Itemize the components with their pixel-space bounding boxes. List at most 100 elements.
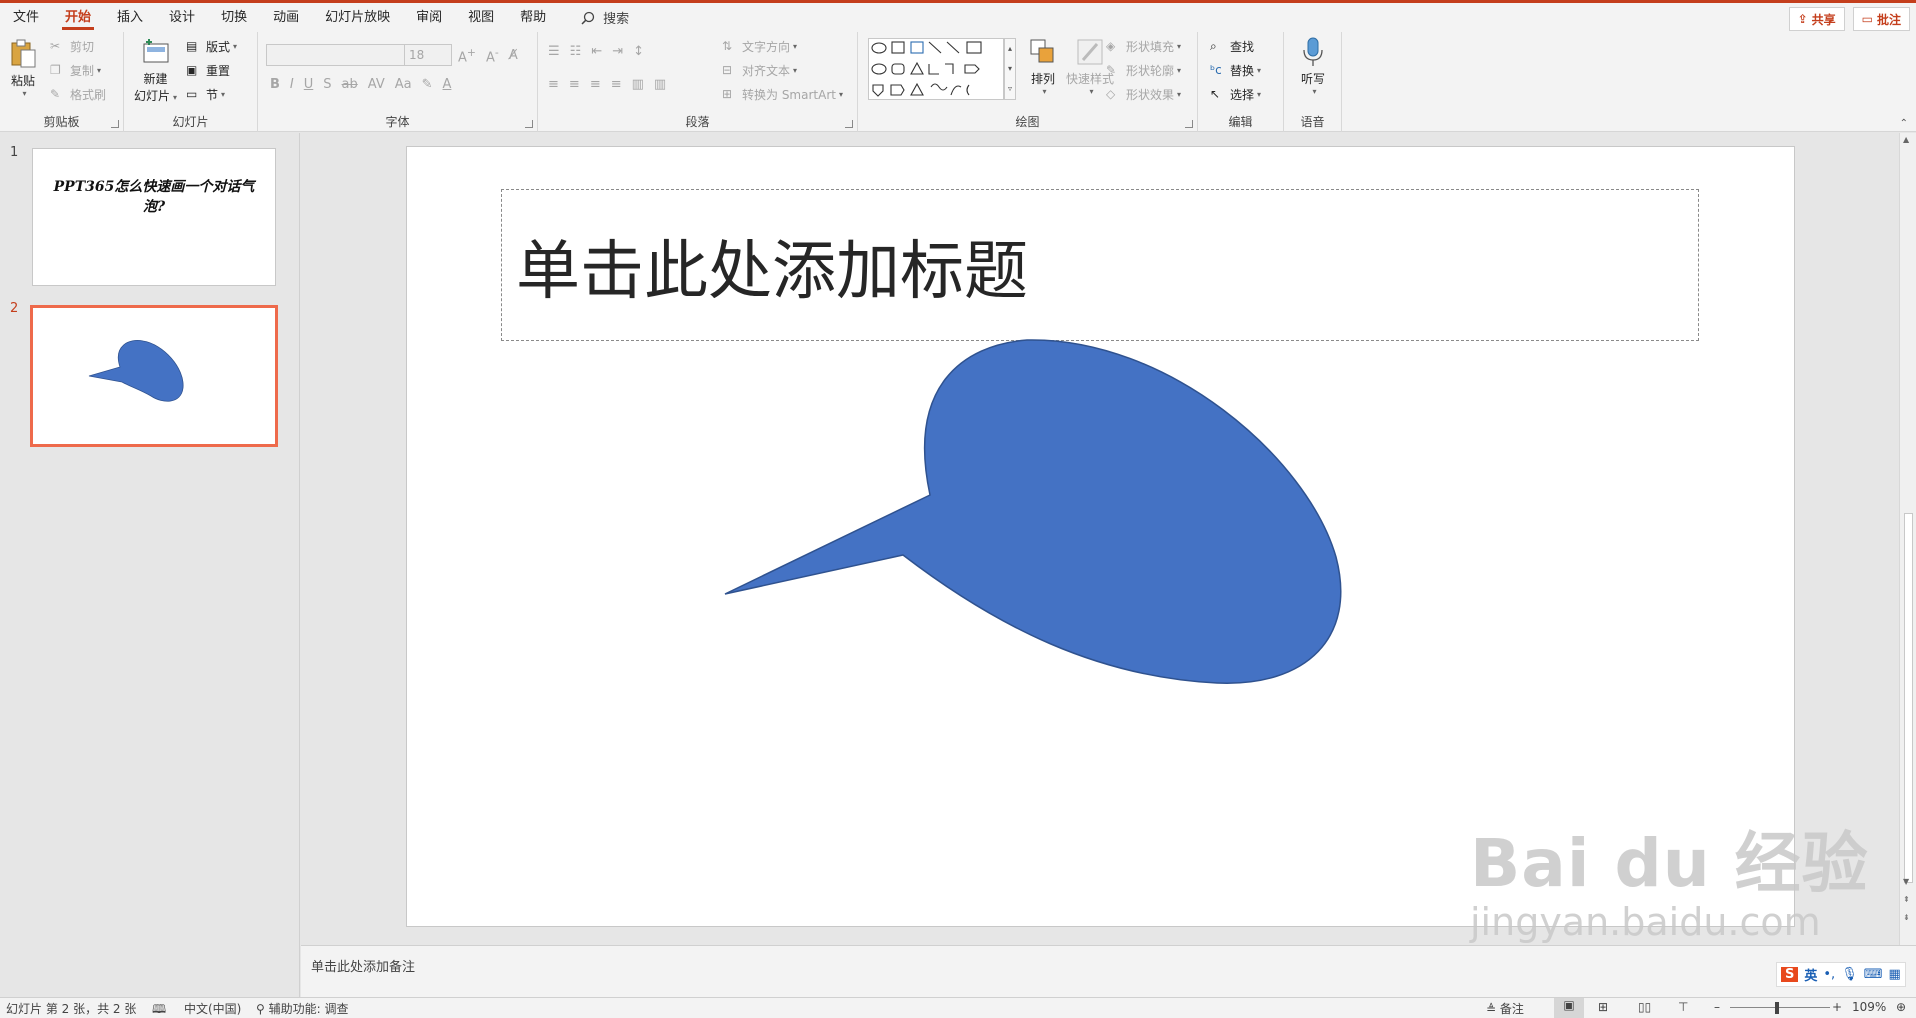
highlight-icon[interactable]: ✎ xyxy=(422,77,433,92)
replace-button[interactable]: ᵇc 替换 ▾ xyxy=(1210,62,1261,79)
accessibility-indicator[interactable]: ⚲ 辅助功能: 调查 xyxy=(256,1000,348,1017)
select-button[interactable]: ↖ 选择 ▾ xyxy=(1210,86,1261,103)
zoom-in-button[interactable]: + xyxy=(1832,1000,1842,1014)
menu-transitions[interactable]: 切换 xyxy=(208,3,260,32)
slide-thumbnail-1[interactable]: PPT365怎么快速画一个对话气泡? xyxy=(32,148,276,286)
align-left-icon[interactable]: ≡ xyxy=(548,77,559,92)
arrange-icon xyxy=(1030,39,1054,63)
columns-icon[interactable]: ▥ xyxy=(654,77,666,92)
layout-button[interactable]: ▤ 版式 ▾ xyxy=(186,38,237,55)
notes-toggle-label: 备注 xyxy=(1499,1002,1524,1016)
scroll-down-icon[interactable]: ▼ xyxy=(1903,877,1909,886)
group-drawing: ▴ ▾ ▿ 排列 ▾ 快速样式 ▾ ◈ 形状填充 ▾ ✎ 形状轮廓 ▾ ◇ 形状效果 ▾ 绘图 xyxy=(858,32,1198,132)
previous-slide-icon[interactable]: ⇞ xyxy=(1903,895,1910,904)
vertical-scrollbar[interactable]: ▲ ▼ ⇞ ⇟ xyxy=(1899,133,1916,945)
smartart-button[interactable]: ⊞ 转换为 SmartArt ▾ xyxy=(722,86,843,103)
bullets-icon[interactable]: ☰ xyxy=(548,44,560,59)
underline-icon[interactable]: U xyxy=(304,77,314,92)
align-text-icon: ⊟ xyxy=(722,62,733,77)
normal-view-button[interactable]: ▣ xyxy=(1554,998,1584,1018)
text-direction-button[interactable]: ⇅ 文字方向 ▾ xyxy=(722,38,797,55)
font-name-input[interactable] xyxy=(266,44,406,66)
zoom-level[interactable]: 109% xyxy=(1852,1000,1886,1014)
numbering-icon[interactable]: ☷ xyxy=(570,44,582,59)
next-slide-icon[interactable]: ⇟ xyxy=(1903,913,1910,922)
menu-review[interactable]: 审阅 xyxy=(403,3,455,32)
section-button[interactable]: ▭ 节 ▾ xyxy=(186,86,225,103)
zoom-slider-track[interactable] xyxy=(1730,1007,1830,1008)
shapes-scroll[interactable]: ▴ ▾ ▿ xyxy=(1004,38,1016,100)
scroll-up-icon[interactable]: ▲ xyxy=(1903,135,1909,144)
ime-language[interactable]: 英 xyxy=(1804,965,1817,984)
menu-home[interactable]: 开始 xyxy=(52,3,104,32)
slide-thumbnail-2[interactable] xyxy=(30,305,278,447)
notes-toggle[interactable]: ≜ 备注 xyxy=(1486,1000,1524,1017)
ime-toolbar[interactable]: S 英 •, 🎙 ⌨ ▦ xyxy=(1776,962,1906,987)
menu-insert[interactable]: 插入 xyxy=(104,3,156,32)
notes-pane[interactable]: 单击此处添加备注 xyxy=(301,945,1916,997)
reading-view-button[interactable]: ▯▯ xyxy=(1638,1000,1651,1014)
bold-icon[interactable]: B xyxy=(270,77,280,92)
shape-effects-button[interactable]: ◇ 形状效果 ▾ xyxy=(1106,86,1181,103)
clear-format-icon[interactable]: A̸ xyxy=(509,48,518,63)
reset-button[interactable]: ▣ 重置 xyxy=(186,62,230,79)
dialog-launcher-icon[interactable] xyxy=(845,120,853,128)
shape-outline-button[interactable]: ✎ 形状轮廓 ▾ xyxy=(1106,62,1181,79)
shapes-gallery[interactable] xyxy=(868,38,1004,100)
dictate-button[interactable]: 听写 ▾ xyxy=(1298,36,1328,96)
find-button[interactable]: ⌕ 查找 xyxy=(1210,38,1254,55)
search-box[interactable]: 搜索 xyxy=(581,8,629,27)
align-text-button[interactable]: ⊟ 对齐文本 ▾ xyxy=(722,62,797,79)
decrease-indent-icon[interactable]: ⇤ xyxy=(591,44,602,59)
menu-help[interactable]: 帮助 xyxy=(507,3,559,32)
dialog-launcher-icon[interactable] xyxy=(111,120,119,128)
dialog-launcher-icon[interactable] xyxy=(525,120,533,128)
distribute-icon[interactable]: ▥ xyxy=(632,77,644,92)
slide-sorter-view-button[interactable]: ⊞ xyxy=(1598,1000,1608,1014)
menu-design[interactable]: 设计 xyxy=(156,3,208,32)
menu-view[interactable]: 视图 xyxy=(455,3,507,32)
keyboard-icon[interactable]: ⌨ xyxy=(1864,967,1883,982)
copy-button[interactable]: ❐ 复制 ▾ xyxy=(50,62,101,79)
increase-font-icon[interactable]: A+ xyxy=(458,46,476,65)
microphone-icon[interactable]: 🎙 xyxy=(1841,967,1858,982)
share-button[interactable]: ⇪ 共享 xyxy=(1788,7,1845,31)
zoom-out-button[interactable]: – xyxy=(1714,1000,1720,1014)
font-style-tools: B I U S ab AV Aa ✎ A xyxy=(270,77,451,92)
paste-button[interactable]: 粘贴 ▾ xyxy=(8,38,38,98)
comments-button[interactable]: ▭ 批注 xyxy=(1852,7,1910,31)
new-slide-button[interactable]: 新建 幻灯片 ▾ xyxy=(134,36,177,104)
language-indicator[interactable]: 中文(中国) xyxy=(184,1000,241,1017)
punctuation-icon[interactable]: •, xyxy=(1823,967,1835,982)
fit-slide-icon[interactable]: ⊕ xyxy=(1896,1000,1906,1014)
increase-indent-icon[interactable]: ⇥ xyxy=(612,44,623,59)
line-spacing-icon[interactable]: ↕ xyxy=(633,44,644,59)
scrollbar-thumb[interactable] xyxy=(1904,513,1913,883)
char-spacing-icon[interactable]: AV xyxy=(368,77,385,92)
italic-icon[interactable]: I xyxy=(290,77,294,92)
decrease-font-icon[interactable]: A- xyxy=(486,46,499,65)
shadow-icon[interactable]: S xyxy=(323,77,331,92)
format-painter-button[interactable]: ✎ 格式刷 xyxy=(50,86,106,103)
grid-icon[interactable]: ▦ xyxy=(1888,967,1900,982)
spell-check-icon[interactable]: 🕮 xyxy=(152,1000,166,1018)
search-label: 搜索 xyxy=(603,12,630,27)
list-tools: ☰ ☷ ⇤ ⇥ ↕ xyxy=(548,44,644,59)
align-center-icon[interactable]: ≡ xyxy=(569,77,580,92)
arrange-button[interactable]: 排列 ▾ xyxy=(1028,36,1058,96)
dialog-launcher-icon[interactable] xyxy=(1185,120,1193,128)
shape-fill-button[interactable]: ◈ 形状填充 ▾ xyxy=(1106,38,1181,55)
justify-icon[interactable]: ≡ xyxy=(611,77,622,92)
font-size-input[interactable]: 18 xyxy=(404,44,452,66)
align-right-icon[interactable]: ≡ xyxy=(590,77,601,92)
menu-file[interactable]: 文件 xyxy=(0,3,52,32)
font-color-icon[interactable]: A xyxy=(443,77,452,92)
cut-button[interactable]: ✂ 剪切 xyxy=(50,38,94,55)
zoom-slider-thumb[interactable] xyxy=(1775,1002,1779,1014)
menu-animations[interactable]: 动画 xyxy=(260,3,312,32)
strikethrough-icon[interactable]: ab xyxy=(342,77,358,92)
change-case-icon[interactable]: Aa xyxy=(395,77,412,92)
menu-slideshow[interactable]: 幻灯片放映 xyxy=(312,3,403,32)
slideshow-view-button[interactable]: ⊤ xyxy=(1678,1000,1688,1014)
collapse-ribbon-icon[interactable]: ⌃ xyxy=(1900,118,1908,129)
